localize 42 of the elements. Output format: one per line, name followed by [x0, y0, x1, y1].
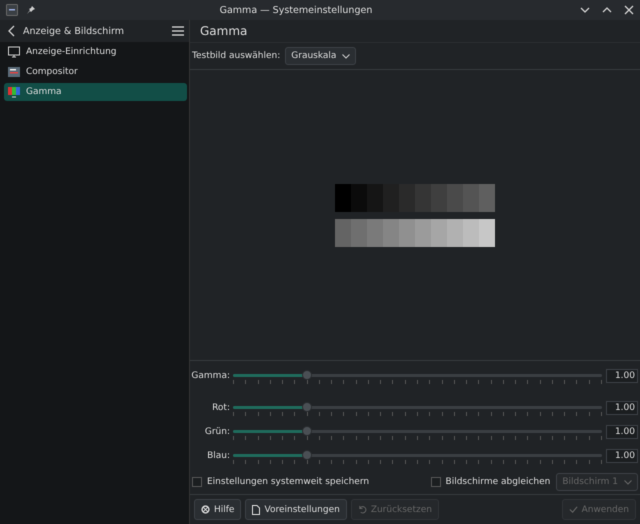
checkbox[interactable] [430, 477, 441, 487]
close-icon[interactable] [624, 5, 634, 15]
chevron-down-icon [342, 54, 350, 58]
test-image-label: Testbild auswählen: [192, 51, 280, 61]
menu-icon[interactable] [172, 26, 184, 36]
slider-label: Grün: [204, 427, 230, 437]
checkmark-icon [568, 505, 578, 514]
slider-label: Rot: [211, 403, 230, 413]
sidebar-item[interactable]: Gamma [4, 83, 187, 101]
back-icon[interactable] [8, 25, 16, 37]
slider[interactable] [233, 372, 602, 384]
sidebar-title: Anzeige & Bildschirm [23, 26, 125, 36]
minimize-icon[interactable] [580, 5, 590, 15]
maximize-icon[interactable] [602, 5, 612, 15]
checkbox-label: Einstellungen systemweit speichern [207, 477, 370, 487]
pin-icon[interactable] [26, 5, 36, 15]
app-icon [6, 4, 18, 16]
help-button[interactable]: Hilfe [194, 499, 242, 520]
checkbox-label: Bildschirme abgleichen [446, 477, 550, 487]
slider-label: Gamma: [190, 371, 230, 381]
slider-value: 1.00 [606, 449, 638, 463]
defaults-button[interactable]: Voreinstellungen [245, 499, 347, 520]
chevron-down-icon [624, 480, 632, 484]
sidebar-item[interactable]: Compositor [4, 63, 187, 81]
window-title: Gamma — Systemeinstellungen [218, 4, 374, 16]
slider-label: Blau: [206, 451, 230, 461]
page-title: Gamma [200, 24, 248, 38]
sidebar-item[interactable]: Anzeige-Einrichtung [4, 43, 187, 61]
slider[interactable] [233, 404, 602, 416]
undo-icon [358, 505, 367, 514]
slider[interactable] [233, 428, 602, 440]
slider[interactable] [233, 452, 602, 464]
monitor-icon [8, 46, 20, 58]
window-stack-icon [8, 66, 20, 78]
slider-value: 1.00 [606, 401, 638, 415]
slider-value: 1.00 [606, 425, 638, 439]
test-image-dropdown[interactable]: Grauskala [285, 47, 356, 65]
slider-value: 1.00 [606, 369, 638, 383]
document-icon [252, 504, 260, 514]
checkbox[interactable] [192, 477, 202, 487]
lifebuoy-icon [201, 505, 210, 514]
color-monitor-icon [8, 86, 20, 98]
